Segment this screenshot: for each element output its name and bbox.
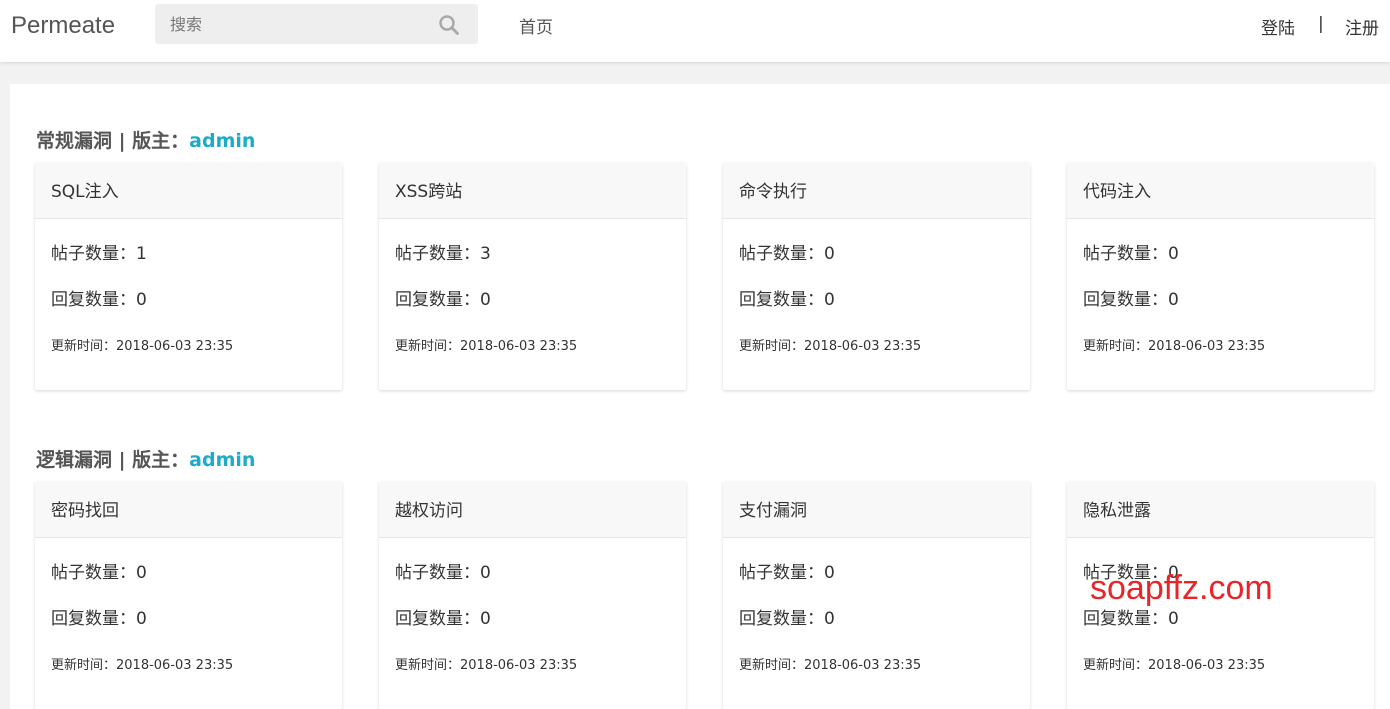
post-count: 帖子数量：3 xyxy=(395,244,491,264)
update-time: 更新时间：2018-06-03 23:35 xyxy=(395,339,578,354)
reply-count: 回复数量：0 xyxy=(739,609,835,629)
board-name[interactable]: 越权访问 xyxy=(379,482,686,538)
site-logo[interactable]: Permeate xyxy=(11,12,115,40)
search-input[interactable] xyxy=(155,4,435,44)
reply-count: 回复数量：0 xyxy=(395,609,491,629)
update-time: 更新时间：2018-06-03 23:35 xyxy=(739,339,922,354)
nav-home-link[interactable]: 首页 xyxy=(519,13,553,38)
update-time: 更新时间：2018-06-03 23:35 xyxy=(51,339,234,354)
post-count: 帖子数量：0 xyxy=(1083,244,1179,264)
post-count: 帖子数量：0 xyxy=(739,244,835,264)
board-name[interactable]: SQL注入 xyxy=(35,163,342,219)
watermark-text: soapffz.com xyxy=(1090,569,1273,607)
board-name[interactable]: 隐私泄露 xyxy=(1067,482,1374,538)
update-time: 更新时间：2018-06-03 23:35 xyxy=(1083,339,1266,354)
search-icon[interactable] xyxy=(438,14,460,36)
reply-count: 回复数量：0 xyxy=(51,609,147,629)
post-count: 帖子数量：0 xyxy=(739,563,835,583)
board-card: XSS跨站 帖子数量：3 回复数量：0 更新时间：2018-06-03 23:3… xyxy=(379,163,686,390)
board-name[interactable]: XSS跨站 xyxy=(379,163,686,219)
section-title-text: 常规漏洞 | 版主： xyxy=(36,130,190,152)
reply-count: 回复数量：0 xyxy=(51,290,147,310)
moderator-link[interactable]: admin xyxy=(189,130,255,152)
update-time: 更新时间：2018-06-03 23:35 xyxy=(739,658,922,673)
section-title-logic: 逻辑漏洞 | 版主：admin xyxy=(36,445,255,472)
register-link[interactable]: 注册 xyxy=(1345,14,1379,39)
board-card: SQL注入 帖子数量：1 回复数量：0 更新时间：2018-06-03 23:3… xyxy=(35,163,342,390)
board-name[interactable]: 密码找回 xyxy=(35,482,342,538)
nav-separator: | xyxy=(1318,14,1324,34)
board-card: 命令执行 帖子数量：0 回复数量：0 更新时间：2018-06-03 23:35 xyxy=(723,163,1030,390)
board-card: 越权访问 帖子数量：0 回复数量：0 更新时间：2018-06-03 23:35 xyxy=(379,482,686,709)
board-card: 代码注入 帖子数量：0 回复数量：0 更新时间：2018-06-03 23:35 xyxy=(1067,163,1374,390)
board-card: 密码找回 帖子数量：0 回复数量：0 更新时间：2018-06-03 23:35 xyxy=(35,482,342,709)
update-time: 更新时间：2018-06-03 23:35 xyxy=(1083,658,1266,673)
section-title-regular: 常规漏洞 | 版主：admin xyxy=(36,126,255,153)
update-time: 更新时间：2018-06-03 23:35 xyxy=(395,658,578,673)
post-count: 帖子数量：0 xyxy=(51,563,147,583)
reply-count: 回复数量：0 xyxy=(739,290,835,310)
section-title-text: 逻辑漏洞 | 版主： xyxy=(36,449,190,471)
search-box xyxy=(155,4,478,44)
board-card: 支付漏洞 帖子数量：0 回复数量：0 更新时间：2018-06-03 23:35 xyxy=(723,482,1030,709)
reply-count: 回复数量：0 xyxy=(395,290,491,310)
board-name[interactable]: 代码注入 xyxy=(1067,163,1374,219)
login-link[interactable]: 登陆 xyxy=(1261,14,1295,39)
reply-count: 回复数量：0 xyxy=(1083,290,1179,310)
moderator-link[interactable]: admin xyxy=(189,449,255,471)
board-name[interactable]: 支付漏洞 xyxy=(723,482,1030,538)
post-count: 帖子数量：0 xyxy=(395,563,491,583)
top-navbar: Permeate 首页 登陆 | 注册 xyxy=(0,0,1390,62)
board-name[interactable]: 命令执行 xyxy=(723,163,1030,219)
post-count: 帖子数量：1 xyxy=(51,244,147,264)
update-time: 更新时间：2018-06-03 23:35 xyxy=(51,658,234,673)
